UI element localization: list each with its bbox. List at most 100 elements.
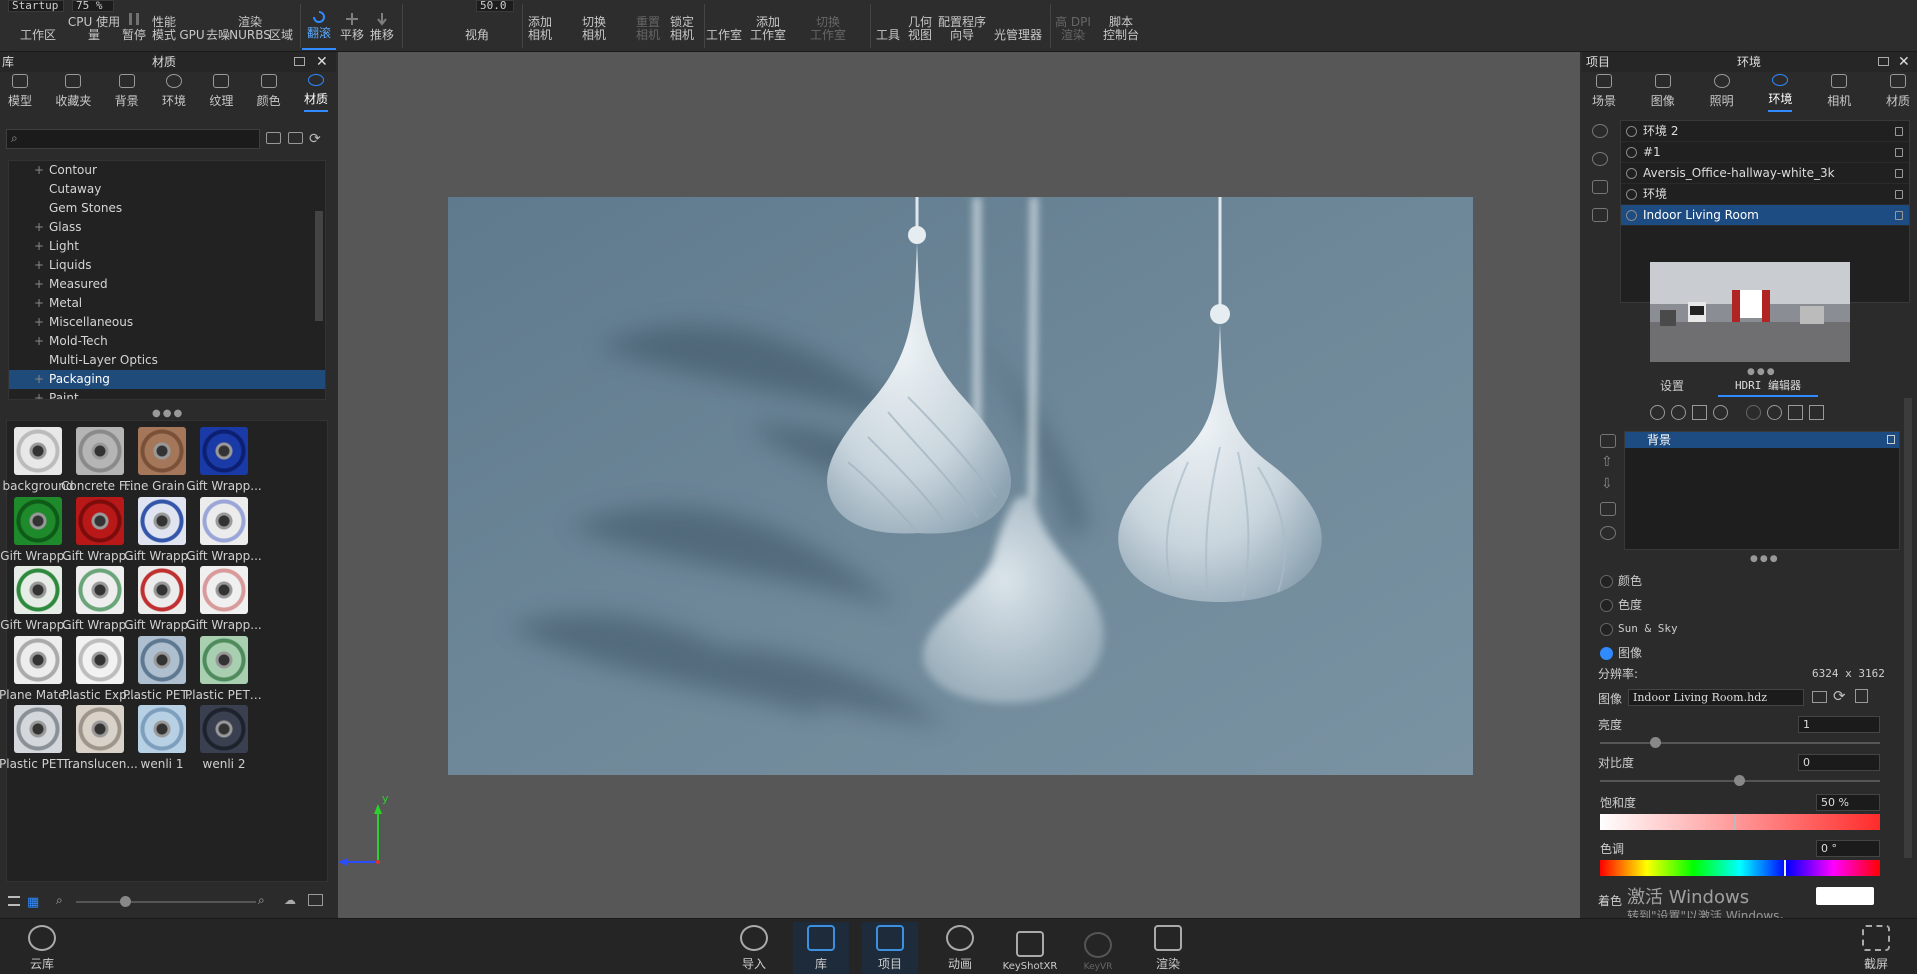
import-button[interactable]: 导入 (724, 922, 784, 974)
environment-item[interactable]: Aversis_Office-hallway-white_3k (1621, 163, 1909, 184)
cloud-library-button[interactable]: 云库 (12, 922, 72, 974)
tab-camera[interactable]: 相机 (1827, 74, 1851, 112)
tab-models[interactable]: 模型 (8, 74, 32, 112)
tab-material[interactable]: 材质 (1886, 74, 1910, 112)
open-layer-icon[interactable] (1600, 502, 1616, 516)
material-thumbnail[interactable]: wenli 2 (185, 705, 263, 790)
switch-studio-button[interactable]: 切换 工作室 (800, 0, 856, 50)
library-search-input[interactable]: ⌕ (6, 129, 260, 149)
environment-item[interactable]: Indoor Living Room (1621, 205, 1909, 226)
workspace-button[interactable]: 工作区 (8, 0, 68, 50)
dolly-button[interactable]: 推移 (366, 0, 398, 50)
environment-item[interactable]: 环境 2 (1621, 121, 1909, 142)
hdri-preview-image[interactable] (1650, 262, 1850, 362)
expand-icon[interactable]: + (34, 389, 44, 399)
save-hdri-icon[interactable] (1788, 405, 1803, 420)
studio-button[interactable]: 工作室 (702, 0, 746, 50)
geometry-view-button[interactable]: 几何 视图 (902, 0, 938, 50)
denoise-button[interactable]: 去噪 (204, 0, 232, 50)
expand-icon[interactable]: + (34, 237, 44, 256)
hdri-layer-background[interactable]: 背景 (1625, 432, 1899, 448)
animation-button[interactable]: 动画 (930, 922, 990, 974)
tree-item[interactable]: Gem Stones (9, 199, 325, 218)
splitter-handle[interactable]: ●●● (1750, 554, 1780, 564)
pan-button[interactable]: 平移 (336, 0, 368, 50)
brightness-input[interactable]: 1 (1798, 716, 1880, 733)
expand-icon[interactable]: + (34, 332, 44, 351)
render-button[interactable]: 渲染 (1138, 922, 1198, 974)
environment-item[interactable]: 环境 (1621, 184, 1909, 205)
move-down-icon[interactable]: ⇩ (1601, 476, 1613, 492)
undo-icon[interactable] (1746, 405, 1761, 420)
expand-icon[interactable]: + (34, 256, 44, 275)
thumbnail-size-slider[interactable] (76, 901, 256, 903)
browse-image-icon[interactable] (1812, 691, 1827, 703)
config-wizard-button[interactable]: 配置程序 向导 (934, 0, 990, 50)
lock-icon[interactable] (1887, 435, 1895, 444)
contrast-input[interactable]: 0 (1798, 754, 1880, 771)
open-folder-icon[interactable] (266, 132, 281, 144)
keyvr-button[interactable]: KeyVR (1068, 922, 1128, 974)
reload-image-icon[interactable]: ⟳ (1833, 687, 1846, 705)
tree-item[interactable]: + Mold-Tech (9, 332, 325, 351)
lock-icon[interactable] (1895, 127, 1903, 136)
delete-environment-icon[interactable] (1592, 208, 1608, 222)
radio-image[interactable]: 图像 (1600, 645, 1642, 661)
tumble-button[interactable]: 翻滚 (302, 0, 336, 50)
tree-item[interactable]: + Miscellaneous (9, 313, 325, 332)
keyshotxr-button[interactable]: KeyShotXR (998, 922, 1062, 974)
splitter-handle[interactable]: ●●● (152, 408, 184, 419)
tint-color-swatch[interactable] (1816, 887, 1874, 905)
pause-button[interactable]: 暂停 (118, 0, 150, 50)
environment-item[interactable]: #1 (1621, 142, 1909, 163)
float-panel-icon[interactable] (294, 57, 305, 66)
add-sun-icon[interactable] (1671, 405, 1686, 420)
zoom-in-icon[interactable]: ⌕ (258, 893, 265, 908)
tree-item[interactable]: + Paint (9, 389, 325, 399)
zoom-out-icon[interactable]: ⌕ (56, 893, 63, 908)
tree-item[interactable]: Cutaway (9, 180, 325, 199)
tab-lighting[interactable]: 照明 (1710, 74, 1734, 112)
thumbnail-size-knob[interactable] (120, 896, 131, 907)
radio-color[interactable]: 颜色 (1600, 573, 1642, 589)
expand-icon[interactable]: + (34, 218, 44, 237)
lock-camera-button[interactable]: 锁定 相机 (664, 0, 700, 50)
delete-layer-icon[interactable] (1600, 434, 1616, 448)
tab-environment[interactable]: 环境 (1768, 74, 1793, 112)
render-nurbs-button[interactable]: 渲染 NURBS (229, 0, 271, 50)
switch-camera-button[interactable]: 切换 相机 (574, 0, 614, 50)
add-image-pin-icon[interactable] (1692, 405, 1707, 420)
contrast-knob[interactable] (1734, 775, 1745, 786)
sun-sky-icon[interactable] (1767, 405, 1782, 420)
radio-gradient[interactable]: 色度 (1600, 597, 1642, 613)
tab-textures[interactable]: 纹理 (209, 74, 233, 112)
tab-image[interactable]: 图像 (1651, 74, 1675, 112)
expand-icon[interactable]: + (34, 275, 44, 294)
add-light-icon[interactable] (1713, 405, 1728, 420)
move-up-icon[interactable]: ⇧ (1601, 454, 1613, 470)
tree-item[interactable]: + Glass (9, 218, 325, 237)
panel-scrollbar[interactable] (1904, 398, 1912, 858)
tab-scene[interactable]: 场景 (1592, 74, 1616, 112)
float-panel-icon[interactable] (1878, 57, 1889, 66)
delete-image-icon[interactable] (1855, 689, 1868, 703)
tree-item[interactable]: + Measured (9, 275, 325, 294)
hue-gradient-slider[interactable] (1600, 860, 1880, 876)
expand-icon[interactable]: + (34, 161, 44, 180)
tab-environments[interactable]: 环境 (162, 74, 186, 112)
tree-item[interactable]: Multi-Layer Optics (9, 351, 325, 370)
region-button[interactable]: 区域 (266, 0, 296, 50)
expand-icon[interactable]: + (34, 370, 44, 389)
add-folder-icon[interactable] (288, 132, 303, 144)
hi-dpi-button[interactable]: 高 DPI 渲染 (1050, 0, 1096, 50)
lock-icon[interactable] (1895, 148, 1903, 157)
duplicate-environment-icon[interactable] (1592, 152, 1608, 166)
add-studio-button[interactable]: 添加 工作室 (744, 0, 792, 50)
screenshot-button[interactable]: 截屏 (1846, 922, 1906, 974)
add-environment-icon[interactable] (1592, 124, 1608, 138)
reset-camera-button[interactable]: 重置 相机 (630, 0, 666, 50)
target-icon[interactable] (1600, 526, 1616, 540)
tab-materials[interactable]: 材质 (303, 74, 328, 112)
import-folder-icon[interactable] (308, 894, 323, 906)
grid-view-icon[interactable]: ▦ (27, 895, 39, 910)
